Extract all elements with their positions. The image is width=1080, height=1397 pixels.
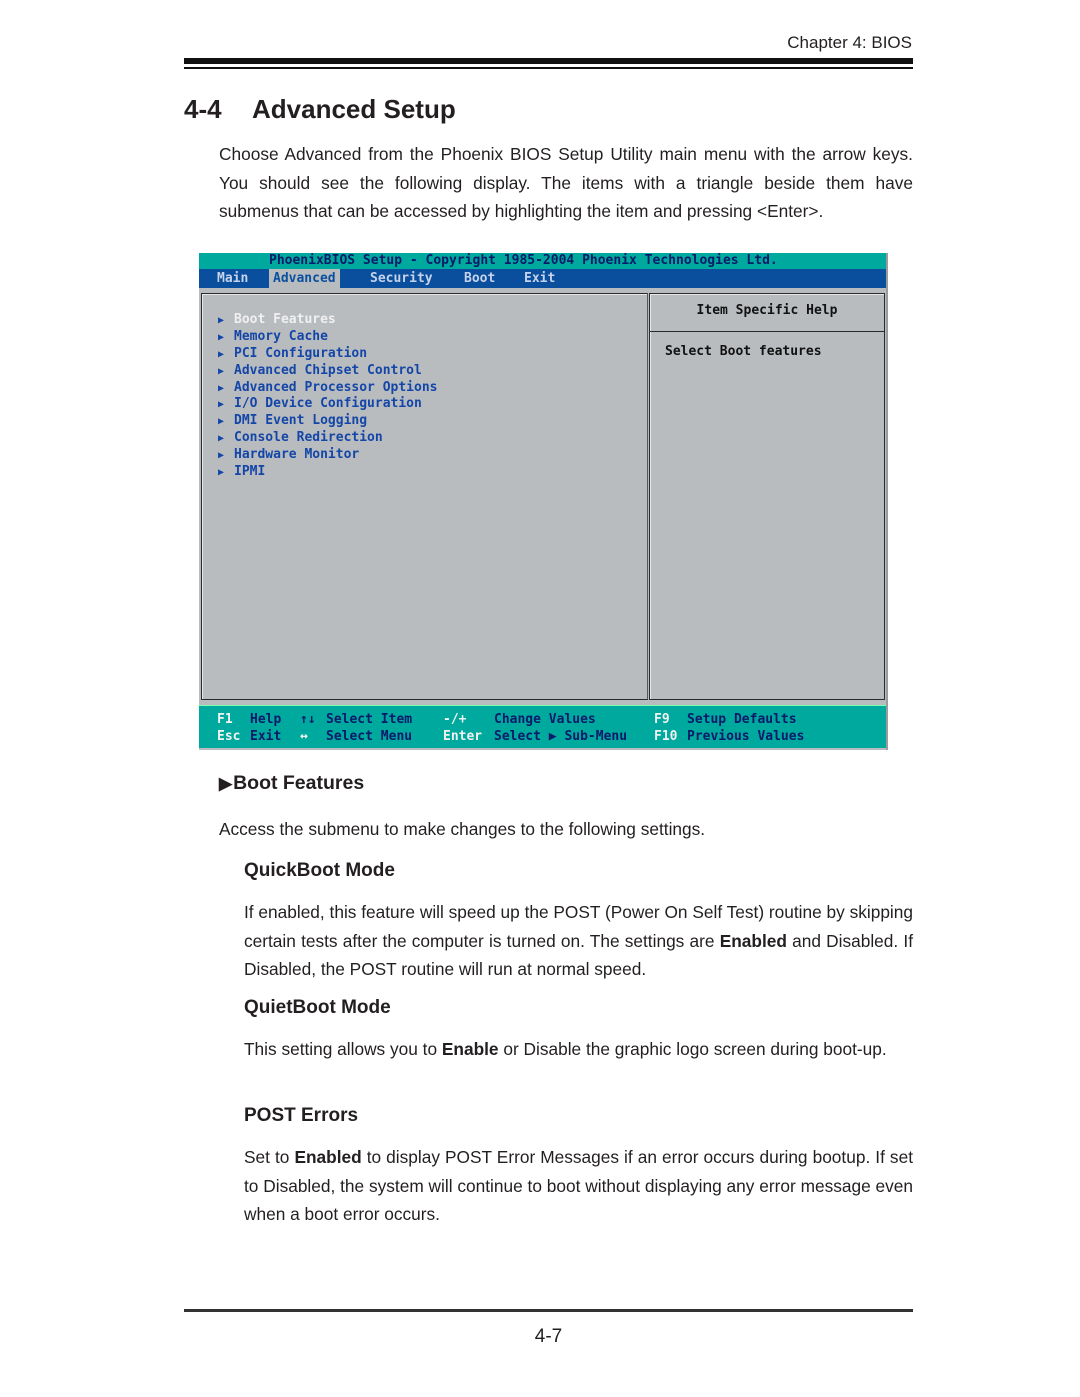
section-number: 4-4 (184, 94, 222, 124)
bios-item-advanced-processor-options[interactable]: ▶ Advanced Processor Options (218, 380, 438, 397)
boot-features-heading-text: Boot Features (233, 772, 365, 794)
bios-tab-advanced[interactable]: Advanced (269, 269, 340, 288)
triangle-right-icon: ▶ (219, 774, 233, 793)
bios-tab-boot[interactable]: Boot (460, 269, 499, 288)
chapter-header: Chapter 4: BIOS (787, 33, 912, 52)
key-f1: F1 (217, 712, 233, 727)
bios-title-text: PhoenixBIOS Setup - Copyright 1985-2004 … (269, 253, 778, 268)
bold-text-run: Enabled (294, 1147, 362, 1167)
bios-help-text: Select Boot features (665, 344, 822, 359)
bios-item-dmi-event-logging[interactable]: ▶ DMI Event Logging (218, 413, 438, 430)
bios-tab-security[interactable]: Security (366, 269, 437, 288)
bios-item-label: DMI Event Logging (234, 413, 368, 429)
triangle-right-icon: ▶ (218, 315, 225, 326)
bios-item-advanced-chipset-control[interactable]: ▶ Advanced Chipset Control (218, 363, 438, 380)
bios-menu-bar: Main Advanced Security Boot Exit (199, 269, 886, 288)
bios-help-heading: Item Specific Help (650, 294, 884, 332)
bios-item-hardware-monitor[interactable]: ▶ Hardware Monitor (218, 447, 438, 464)
key-leftright-desc: Select Menu (326, 729, 413, 744)
bios-item-label: Advanced Chipset Control (234, 362, 422, 378)
boot-features-description: Access the submenu to make changes to th… (219, 819, 706, 839)
bios-item-label: IPMI (234, 464, 266, 480)
setting-text-quietboot: This setting allows you to Enable or Dis… (244, 1035, 913, 1064)
setting-title-quickboot: QuickBoot Mode (244, 860, 395, 881)
setting-text-quickboot: If enabled, this feature will speed up t… (244, 898, 913, 984)
bios-title-bar: PhoenixBIOS Setup - Copyright 1985-2004 … (199, 253, 886, 269)
bios-item-pci-configuration[interactable]: ▶ PCI Configuration (218, 346, 438, 363)
key-updown-desc: Select Item (326, 712, 413, 727)
bios-item-boot-features[interactable]: ▶ Boot Features (218, 312, 438, 329)
section-title: 4-4 Advanced Setup (184, 94, 456, 125)
section-title-text: Advanced Setup (252, 94, 456, 124)
key-f9-desc: Setup Defaults (687, 712, 797, 727)
text-run: This setting allows you to (244, 1039, 442, 1059)
bios-item-console-redirection[interactable]: ▶ Console Redirection (218, 430, 438, 447)
setting-title-quietboot: QuietBoot Mode (244, 997, 391, 1018)
bios-screen: PhoenixBIOS Setup - Copyright 1985-2004 … (199, 253, 888, 750)
key-f10: F10 (654, 729, 678, 744)
key-enter: Enter (443, 729, 483, 744)
intro-paragraph: Choose Advanced from the Phoenix BIOS Se… (219, 144, 913, 221)
bios-item-label: Console Redirection (234, 430, 383, 446)
setting-text-post-errors: Set to Enabled to display POST Error Mes… (244, 1143, 913, 1229)
triangle-right-icon: ▶ (218, 450, 225, 462)
key-f9: F9 (654, 712, 670, 727)
bios-help-panel: Item Specific Help Select Boot features (649, 293, 885, 700)
bold-text-run: Enabled (719, 930, 787, 951)
key-esc-desc: Exit (250, 729, 282, 744)
bios-item-label: Hardware Monitor (234, 447, 360, 463)
bios-tab-main[interactable]: Main (213, 269, 252, 288)
bios-item-label: Memory Cache (234, 328, 328, 344)
header-rule-thick (184, 58, 913, 64)
page-number: 4-7 (534, 1326, 563, 1347)
footer-rule (184, 1309, 913, 1312)
bios-item-io-device-configuration[interactable]: ▶ I/O Device Configuration (218, 396, 438, 413)
triangle-right-icon: ▶ (218, 467, 225, 479)
bios-item-label: PCI Configuration (234, 345, 368, 361)
key-esc: Esc (217, 729, 241, 744)
boot-features-heading: ▶Boot Features (219, 772, 364, 795)
key-updown: ↑↓ (300, 712, 316, 727)
setting-title-post-errors: POST Errors (244, 1105, 359, 1126)
key-f1-desc: Help (250, 712, 282, 727)
triangle-right-icon: ▶ (218, 433, 225, 445)
triangle-right-icon: ▶ (218, 331, 225, 343)
bios-key-legend: F1 Help ↑↓ Select Item -/+ Change Values… (199, 705, 886, 748)
text-run: or Disable the graphic logo screen durin… (498, 1039, 887, 1059)
bios-item-label: I/O Device Configuration (234, 396, 422, 412)
bios-item-memory-cache[interactable]: ▶ Memory Cache (218, 329, 438, 346)
triangle-right-icon: ▶ (218, 348, 225, 360)
triangle-right-icon: ▶ (218, 399, 225, 411)
bios-tab-exit[interactable]: Exit (520, 269, 559, 288)
key-minus-plus-desc: Change Values (494, 712, 596, 727)
triangle-right-icon: ▶ (218, 416, 225, 428)
header-rule-thin (184, 67, 913, 69)
bold-text-run: Enable (441, 1039, 499, 1059)
bios-item-list: ▶ Boot Features ▶ Memory Cache ▶ PCI Config… (218, 312, 438, 481)
text-run: Set to (244, 1147, 295, 1167)
bios-item-label: Advanced Processor Options (234, 379, 438, 395)
key-f10-desc: Previous Values (687, 729, 805, 744)
key-leftright: ↔ (300, 729, 308, 744)
triangle-right-icon: ▶ (218, 365, 225, 377)
bios-item-label: Boot Features (234, 312, 336, 327)
bios-item-ipmi[interactable]: ▶ IPMI (218, 464, 438, 481)
key-minus-plus: -/+ (443, 712, 467, 727)
key-enter-desc: Select ▶ Sub-Menu (494, 729, 628, 744)
triangle-right-icon: ▶ (218, 382, 225, 394)
bios-item-panel: ▶ Boot Features ▶ Memory Cache ▶ PCI Config… (201, 293, 648, 700)
